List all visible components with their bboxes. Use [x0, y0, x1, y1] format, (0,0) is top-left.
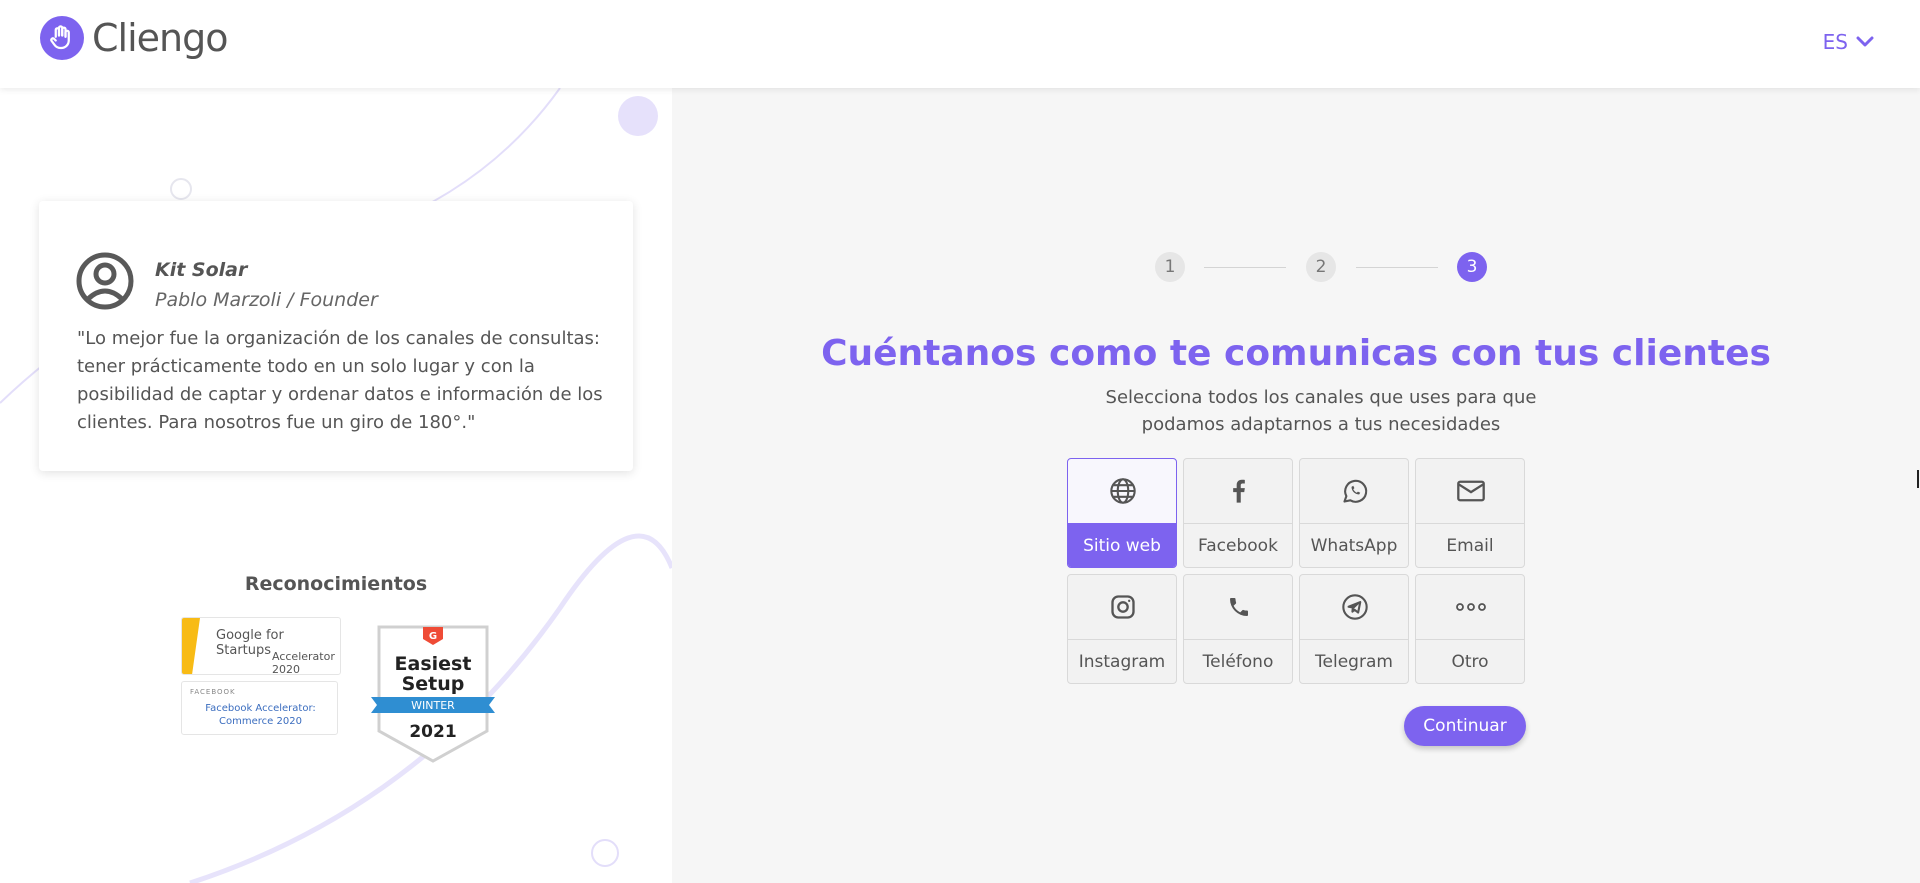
testimonial-quote: "Lo mejor fue la organización de los can… — [77, 328, 603, 433]
channel-label: Telegram — [1300, 639, 1408, 683]
logo[interactable]: Cliengo — [40, 16, 228, 60]
channel-card-otro[interactable]: Otro — [1415, 574, 1525, 684]
channel-label: WhatsApp — [1300, 523, 1408, 567]
facebook-accelerator-badge: FACEBOOK Facebook Accelerator: Commerce … — [181, 681, 338, 735]
testimonial-card: Kit Solar Pablo Marzoli / Founder "Lo me… — [39, 201, 633, 471]
g2-easiest-setup-badge: G Easiest Setup WINTER 2021 — [371, 625, 495, 763]
svg-text:2021: 2021 — [409, 722, 456, 742]
continue-button[interactable]: Continuar — [1404, 706, 1526, 746]
channel-card-email[interactable]: Email — [1415, 458, 1525, 568]
phone-icon — [1184, 575, 1292, 639]
channel-card-instagram[interactable]: Instagram — [1067, 574, 1177, 684]
channel-card-whatsapp[interactable]: WhatsApp — [1299, 458, 1409, 568]
channel-grid: Sitio web Facebook WhatsApp Email Instag… — [1067, 458, 1525, 684]
whatsapp-icon — [1300, 459, 1408, 523]
testimonial-author: Pablo Marzoli / Founder — [155, 289, 378, 311]
svg-text:Setup: Setup — [402, 673, 465, 695]
channel-card-facebook[interactable]: Facebook — [1183, 458, 1293, 568]
step-connector — [1356, 267, 1438, 268]
language-label: ES — [1822, 30, 1848, 54]
user-avatar-icon — [76, 252, 134, 310]
channel-label: Teléfono — [1184, 639, 1292, 683]
google-startups-badge: Google for Startups Accelerator 2020 — [181, 617, 341, 675]
channel-label: Sitio web — [1068, 523, 1176, 567]
left-panel: Kit Solar Pablo Marzoli / Founder "Lo me… — [0, 88, 672, 883]
step-3-active: 3 — [1457, 252, 1487, 282]
channel-label: Instagram — [1068, 639, 1176, 683]
step-1: 1 — [1155, 252, 1185, 282]
language-selector[interactable]: ES — [1823, 30, 1874, 54]
chevron-down-icon — [1856, 36, 1874, 47]
main-subtitle: Selecciona todos los canales que uses pa… — [1105, 387, 1537, 435]
channel-label: Email — [1416, 523, 1524, 567]
text-cursor — [1917, 470, 1919, 488]
right-panel: 1 2 3 Cuéntanos como te comunicas con tu… — [672, 88, 1920, 883]
facebook-icon — [1184, 459, 1292, 523]
top-header: Cliengo ES — [0, 0, 1920, 88]
channel-label: Facebook — [1184, 523, 1292, 567]
testimonial-company: Kit Solar — [155, 259, 248, 281]
channel-label: Otro — [1416, 639, 1524, 683]
channel-card-telegram[interactable]: Telegram — [1299, 574, 1409, 684]
logo-text: Cliengo — [92, 16, 228, 60]
recognitions-title: Reconocimientos — [244, 573, 428, 595]
main-title: Cuéntanos como te comunicas con tus clie… — [821, 333, 1771, 374]
globe-icon — [1068, 459, 1176, 523]
step-2: 2 — [1306, 252, 1336, 282]
hand-logo-icon — [40, 16, 84, 60]
email-icon — [1416, 459, 1524, 523]
svg-text:Easiest: Easiest — [395, 653, 472, 675]
svg-text:G: G — [429, 631, 437, 642]
svg-text:WINTER: WINTER — [411, 699, 455, 712]
more-icon — [1416, 575, 1524, 639]
channel-card-sitio-web[interactable]: Sitio web — [1067, 458, 1177, 568]
step-connector — [1204, 267, 1286, 268]
channel-card-telefono[interactable]: Teléfono — [1183, 574, 1293, 684]
telegram-icon — [1300, 575, 1408, 639]
instagram-icon — [1068, 575, 1176, 639]
